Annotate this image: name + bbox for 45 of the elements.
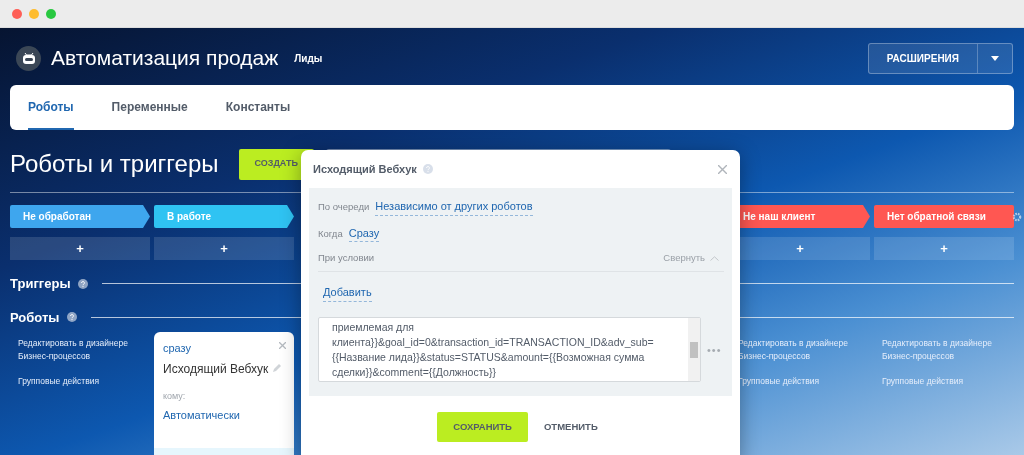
heading: Роботы и триггеры	[10, 149, 219, 179]
code-text-area[interactable]: приемлемая для клиента}}&goal_id=0&transaction_id=TRANSACTION_ID&adv_sub={{Название лида}}&status=STATUS&amount={{Возможная сумма сделки}}&comment={{Должность}}	[318, 317, 701, 383]
robot-timing[interactable]: сразу	[163, 340, 285, 357]
field-label: Когда	[318, 226, 343, 241]
tab[interactable]: Роботы	[28, 85, 74, 130]
settings-icon	[1012, 211, 1022, 222]
close-icon	[718, 165, 727, 175]
chevron-up-icon	[710, 255, 719, 261]
add-robot-button[interactable]: +	[154, 237, 294, 260]
add-robot-button[interactable]: +	[874, 237, 1014, 260]
help-icon	[67, 312, 78, 323]
section-heading: Роботы	[10, 308, 60, 327]
option-link[interactable]: Независимо от других роботов	[375, 198, 533, 216]
close-window-dot[interactable]	[12, 8, 22, 19]
cancel-button[interactable]: ОТМЕНИТЬ	[537, 419, 604, 436]
section-heading: Триггеры	[10, 275, 71, 293]
option-link[interactable]: Сразу	[348, 224, 380, 242]
robot-name: Исходящий Вебхук	[163, 360, 269, 378]
action-link[interactable]: Редактировать в дизайнере Бизнес-процессов	[738, 337, 862, 364]
scrollbar[interactable]	[688, 318, 700, 382]
pencil-icon	[272, 364, 282, 373]
add-robot-button[interactable]: +	[10, 237, 150, 260]
recipient-value[interactable]: Автоматически	[163, 407, 285, 424]
robot-card[interactable]: сразу Исходящий Вебхук кому: Автоматически	[154, 332, 294, 455]
stage-tab[interactable]: Нет обратной связи	[874, 205, 1014, 228]
tab[interactable]: Переменные	[111, 85, 188, 130]
action-link[interactable]: Групповые действия	[738, 375, 862, 389]
caret-icon	[991, 55, 999, 61]
robot-icon	[21, 52, 36, 64]
maximize-window-dot[interactable]	[46, 8, 56, 19]
help-icon	[422, 164, 433, 174]
field-label: По очереди	[318, 200, 370, 214]
recipient-label: кому:	[163, 389, 187, 403]
action-link[interactable]: Редактировать в дизайнере Бизнес-процессов	[18, 337, 142, 364]
page-title: Автоматизация продаж	[51, 45, 279, 72]
save-button[interactable]: СОХРАНИТЬ	[437, 412, 528, 443]
tab[interactable]: Константы	[225, 85, 291, 130]
section-label: Лиды	[294, 51, 323, 66]
add-condition-link[interactable]: Добавить	[323, 284, 372, 302]
field-label: При условии	[318, 251, 375, 265]
action-link[interactable]: Групповые действия	[18, 375, 142, 389]
minimize-window-dot[interactable]	[29, 8, 39, 19]
help-icon	[78, 278, 89, 289]
dialog-title: Исходящий Вебхук	[313, 161, 417, 177]
close-icon	[279, 341, 286, 349]
